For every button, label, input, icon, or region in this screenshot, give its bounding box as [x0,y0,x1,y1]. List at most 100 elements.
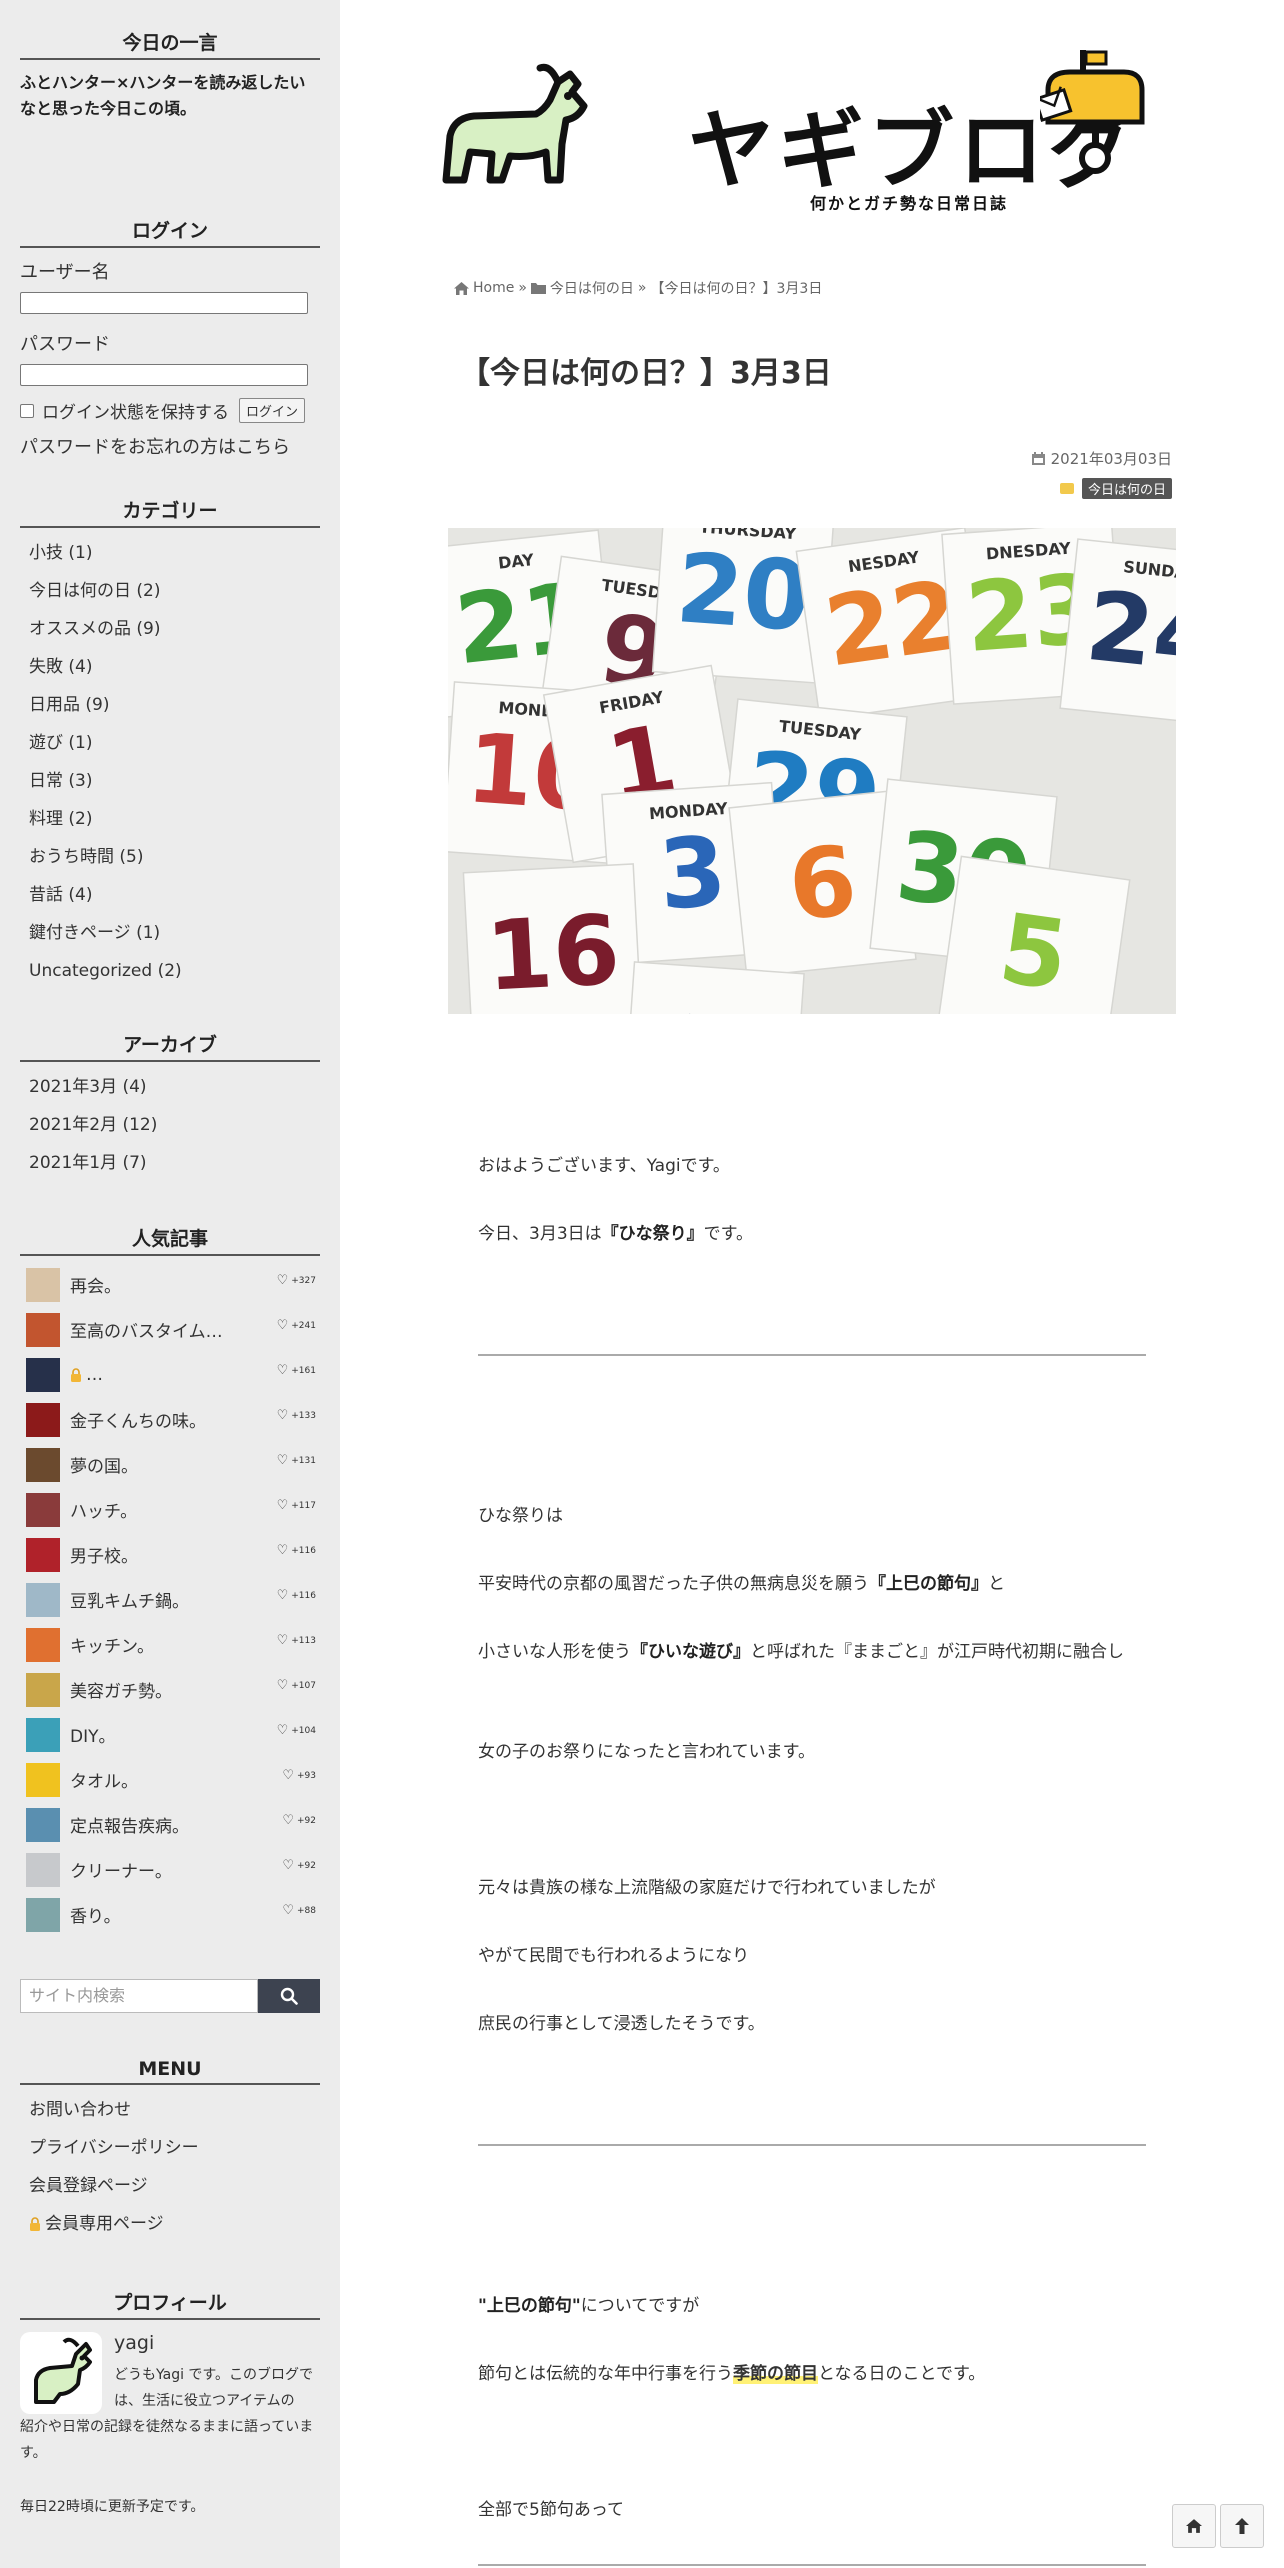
calendar-number: 7 [676,994,750,1014]
popular-item[interactable]: 豆乳キムチ鍋。 ♡ +116 [20,1577,320,1622]
heart-icon: ♡ [276,1318,289,1333]
popular-title[interactable]: キッチン。 [70,1632,270,1657]
popular-title[interactable]: タオル。 [70,1767,270,1792]
popular-title[interactable]: 再会。 [70,1272,270,1297]
popular-thumbnail[interactable] [26,1852,60,1887]
popular-title[interactable]: クリーナー。 [70,1857,270,1882]
username-input[interactable] [20,292,308,314]
popular-thumbnail[interactable] [26,1492,60,1527]
menu-item-members[interactable]: 会員専用ページ [20,2205,320,2243]
widget-title: プロフィール [20,2288,320,2320]
forgot-password-link[interactable]: パスワードをお忘れの方はこちら [20,433,320,459]
popular-thumbnail[interactable] [26,1627,60,1662]
post-category-tag[interactable]: 今日は何の日 [1081,478,1172,499]
popular-title[interactable]: 豆乳キムチ鍋。 [70,1587,270,1612]
popular-title[interactable]: 香り。 [70,1902,270,1927]
popular-thumbnail[interactable] [26,1897,60,1932]
popular-item[interactable]: 夢の国。 ♡ +131 [20,1442,320,1487]
category-item[interactable]: 昔話 (4) [20,876,320,914]
category-item[interactable]: 遊び (1) [20,724,320,762]
menu-item-contact[interactable]: お問い合わせ [20,2091,320,2129]
popular-thumbnail[interactable] [26,1267,60,1302]
heart-icon: ♡ [282,1813,294,1828]
category-item[interactable]: 日用品 (9) [20,686,320,724]
category-item[interactable]: おうち時間 (5) [20,838,320,876]
popular-thumbnail[interactable] [26,1762,60,1797]
popular-title[interactable]: … [70,1365,270,1385]
popular-title[interactable]: DIY。 [70,1722,270,1747]
archive-item[interactable]: 2021年2月 (12) [20,1106,320,1144]
category-item[interactable]: 日常 (3) [20,762,320,800]
category-item[interactable]: Uncategorized (2) [20,952,320,990]
popular-item[interactable]: DIY。 ♡ +104 [20,1712,320,1757]
category-item[interactable]: 今日は何の日 (2) [20,572,320,610]
menu-item-privacy[interactable]: プライバシーポリシー [20,2129,320,2167]
like-count-value: +116 [291,1545,316,1556]
archive-item[interactable]: 2021年1月 (7) [20,1144,320,1182]
like-count: ♡ +107 [277,1679,316,1692]
popular-item[interactable]: … ♡ +161 [20,1352,320,1397]
site-logo[interactable]: ヤギブログ 何かとガチ勢な日常日誌 [440,40,1180,220]
popular-title[interactable]: 夢の国。 [70,1452,270,1477]
like-count: ♡ +241 [277,1319,316,1332]
popular-item[interactable]: 定点報告疾病。 ♡ +92 [20,1802,320,1847]
menu-item-register[interactable]: 会員登録ページ [20,2167,320,2205]
heart-icon: ♡ [276,1723,289,1738]
heart-icon: ♡ [282,1858,294,1873]
popular-item[interactable]: 香り。 ♡ +88 [20,1892,320,1937]
popular-thumbnail[interactable] [26,1357,60,1392]
paragraph: 小さいな人形を使う『ひいな遊び』と呼ばれた『ままごと』が江戸時代初期に融合し [478,1636,1146,1668]
popular-title-text: 至高のバスタイム… [70,1322,223,1342]
category-item[interactable]: 失敗 (4) [20,648,320,686]
like-count: ♡ +104 [277,1724,316,1737]
popular-title[interactable]: 定点報告疾病。 [70,1812,270,1837]
heart-icon: ♡ [276,1678,289,1693]
popular-thumbnail[interactable] [26,1402,60,1437]
popular-item[interactable]: タオル。 ♡ +93 [20,1757,320,1802]
popular-thumbnail[interactable] [26,1447,60,1482]
password-input[interactable] [20,364,308,386]
paragraph: 庶民の行事として浸透したそうです。 [478,2014,765,2034]
popular-title-text: 金子くんちの味。 [70,1412,206,1432]
popular-title[interactable]: 金子くんちの味。 [70,1407,270,1432]
category-item[interactable]: 小技 (1) [20,534,320,572]
popular-item[interactable]: 至高のバスタイム… ♡ +241 [20,1307,320,1352]
popular-thumbnail[interactable] [26,1717,60,1752]
heart-icon: ♡ [282,1768,294,1783]
profile-desc-rest: 紹介や日常の記録を徒然なるままに語っています。 [20,2419,314,2461]
category-item[interactable]: 鍵付きページ (1) [20,914,320,952]
calendar-number: 24 [1081,570,1176,695]
popular-title[interactable]: 至高のバスタイム… [70,1317,270,1342]
home-button[interactable] [1172,2504,1216,2548]
popular-item[interactable]: クリーナー。 ♡ +92 [20,1847,320,1892]
popular-thumbnail[interactable] [26,1807,60,1842]
popular-item[interactable]: 金子くんちの味。 ♡ +133 [20,1397,320,1442]
popular-item[interactable]: ハッチ。 ♡ +117 [20,1487,320,1532]
popular-thumbnail[interactable] [26,1582,60,1617]
popular-title[interactable]: 美容ガチ勢。 [70,1677,270,1702]
category-item[interactable]: オススメの品 (9) [20,610,320,648]
remember-checkbox[interactable] [20,403,34,418]
arrow-up-icon [1235,2518,1249,2534]
like-count: ♡ +93 [282,1769,316,1782]
popular-thumbnail[interactable] [26,1672,60,1707]
popular-title[interactable]: 男子校。 [70,1542,270,1567]
text: です。 [703,1224,753,1244]
popular-item[interactable]: 美容ガチ勢。 ♡ +107 [20,1667,320,1712]
popular-thumbnail[interactable] [26,1312,60,1347]
popular-thumbnail[interactable] [26,1537,60,1572]
breadcrumb-home[interactable]: Home [473,280,514,296]
like-count-value: +117 [291,1500,316,1511]
popular-item[interactable]: 再会。 ♡ +327 [20,1262,320,1307]
popular-item[interactable]: 男子校。 ♡ +116 [20,1532,320,1577]
breadcrumb-category[interactable]: 今日は何の日 [550,278,634,298]
archive-item[interactable]: 2021年3月 (4) [20,1068,320,1106]
category-item[interactable]: 料理 (2) [20,800,320,838]
search-button[interactable] [258,1979,320,2013]
popular-title[interactable]: ハッチ。 [70,1497,270,1522]
scroll-top-button[interactable] [1220,2504,1264,2548]
post-category: 今日は何の日 [1059,478,1172,499]
search-input[interactable]: サイト内検索 [20,1979,258,2013]
popular-item[interactable]: キッチン。 ♡ +113 [20,1622,320,1667]
login-button[interactable]: ログイン [239,398,306,423]
